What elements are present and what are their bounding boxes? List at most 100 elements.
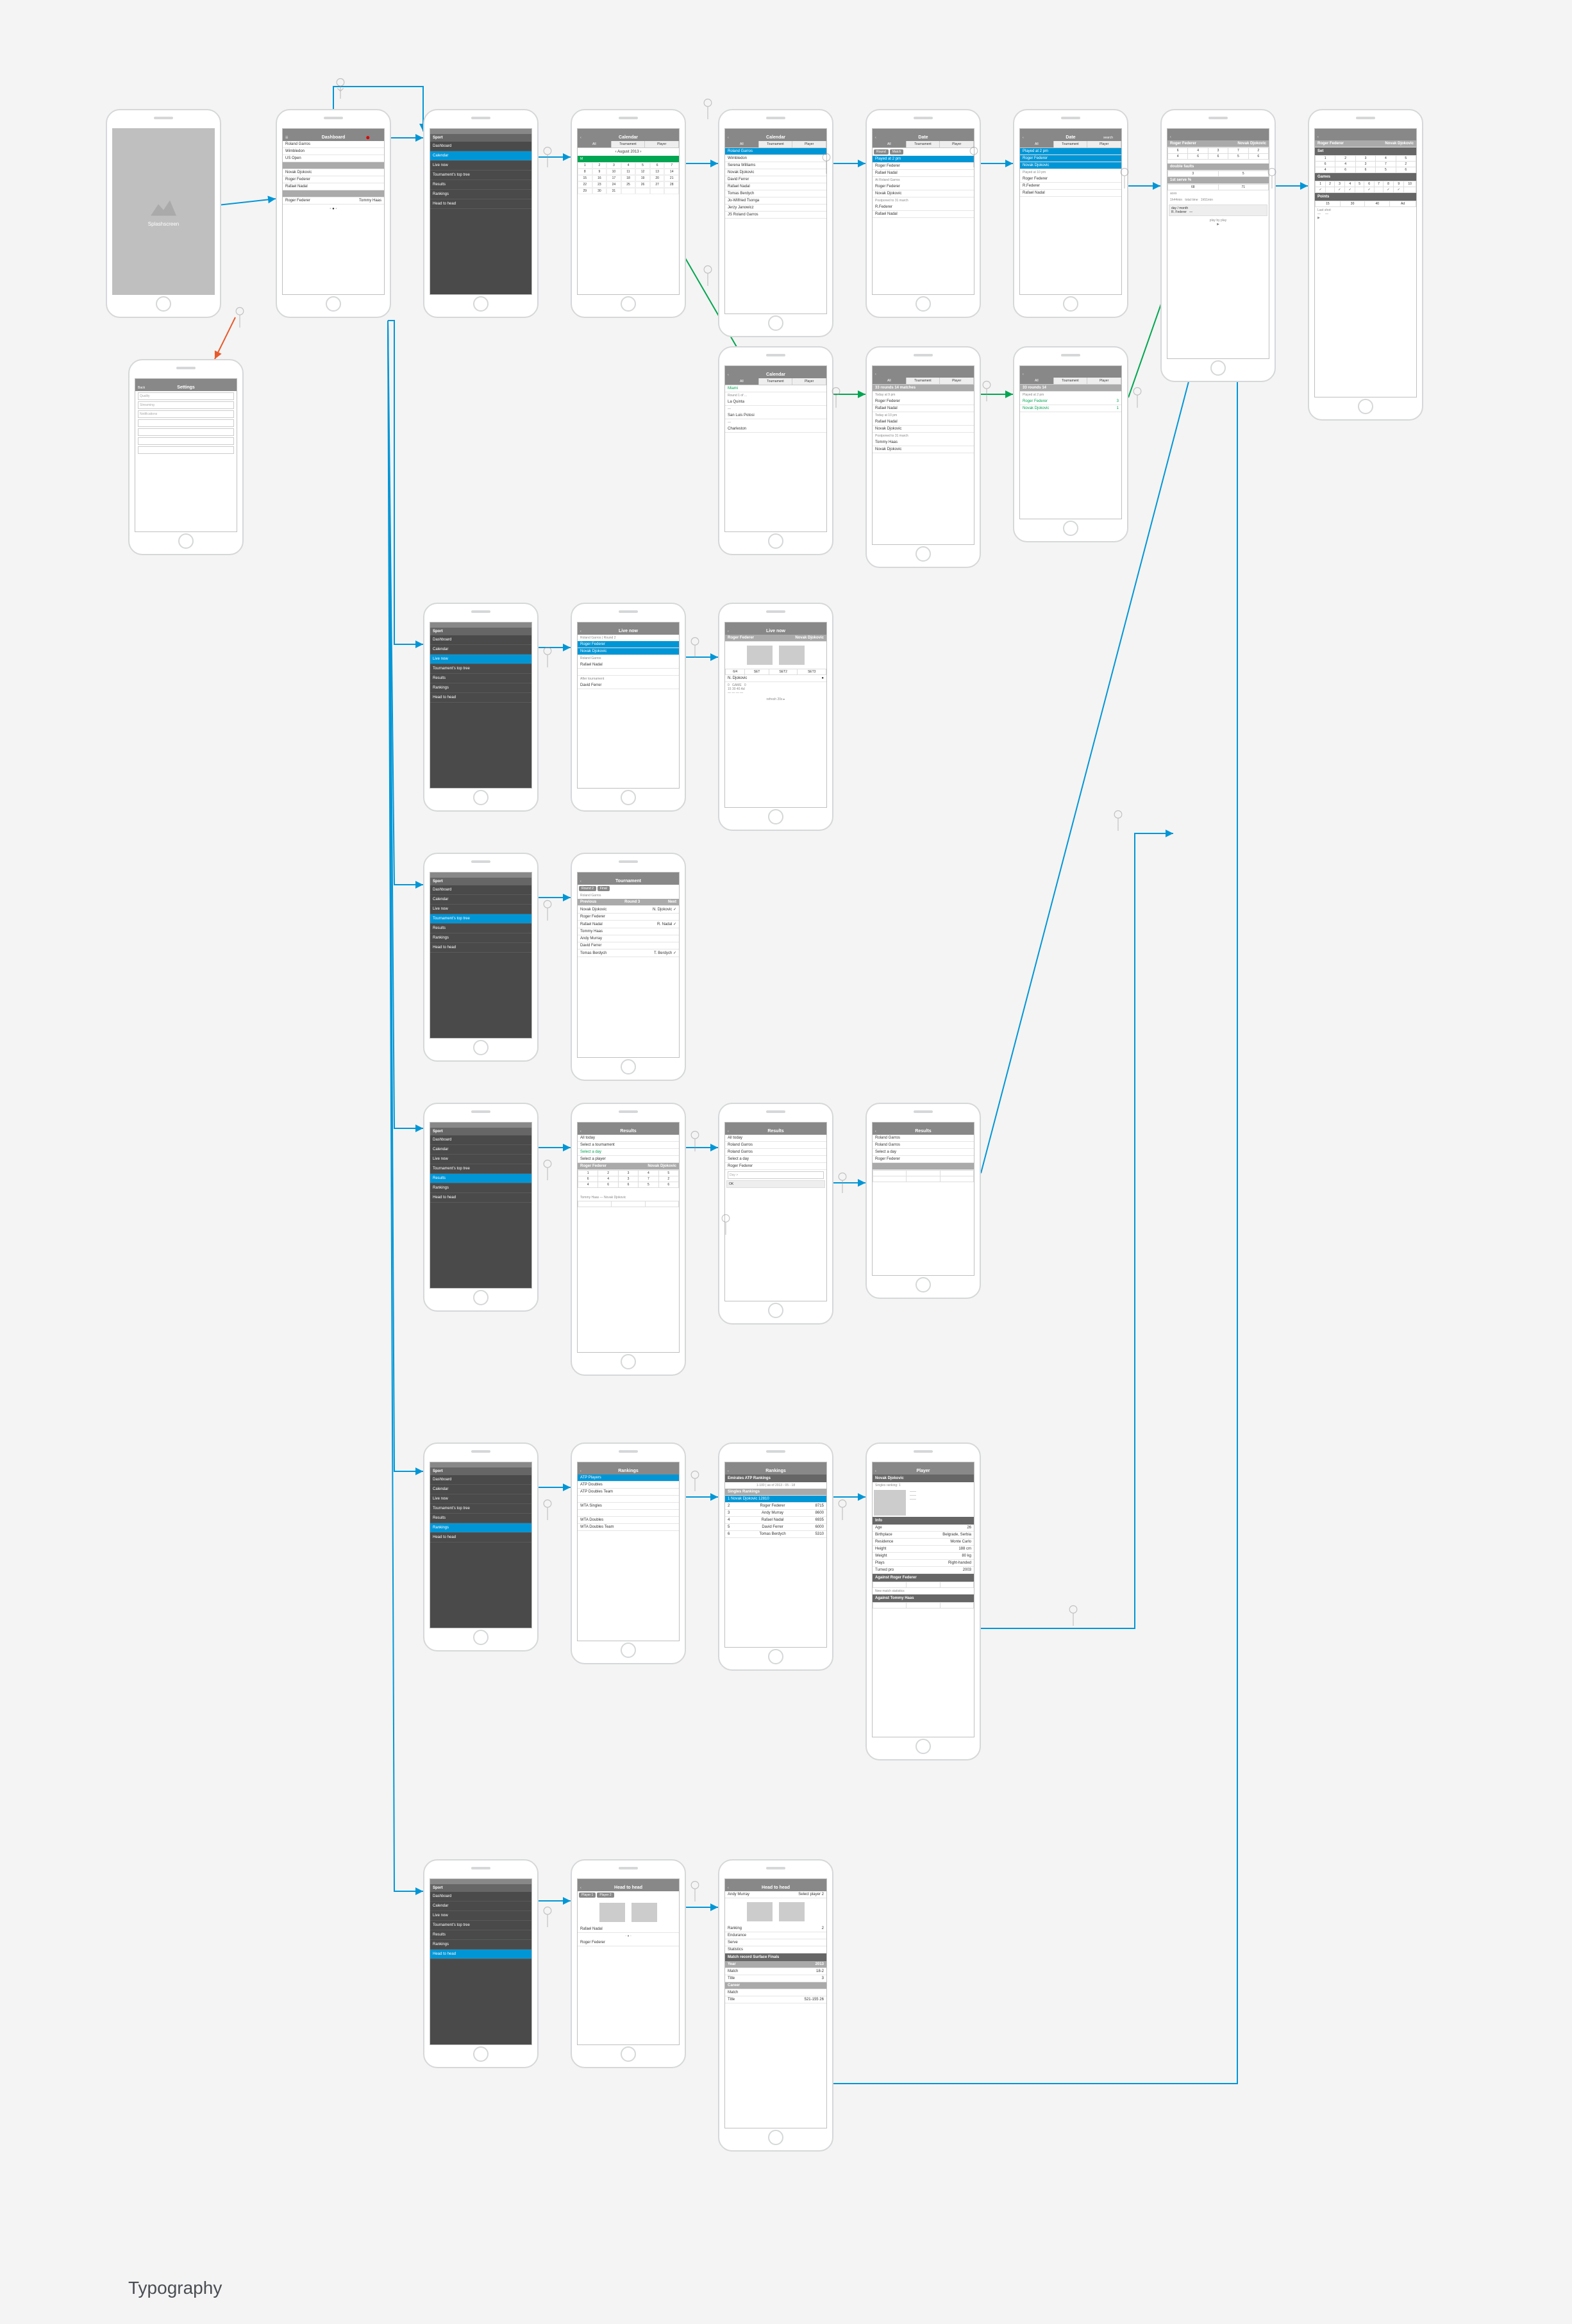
list-item[interactable]: US Open [283, 155, 384, 162]
menu-item[interactable]: Tournament's top tree [430, 664, 531, 674]
menu-item[interactable]: Dashboard [430, 142, 531, 151]
menu-item-selected[interactable]: Rankings [430, 1523, 531, 1533]
back-button[interactable]: Back [138, 386, 153, 390]
rank-row[interactable]: 4Rafael Nadal6935 [725, 1517, 826, 1524]
list-item-selected[interactable]: ATP Players [578, 1475, 679, 1482]
calendar-grid[interactable]: 1234567 891011121314 15161718192021 2223… [578, 162, 679, 194]
next-match-box[interactable]: day / monthR. Federer — [1169, 205, 1267, 216]
list-item[interactable]: Novak Djokovic [873, 426, 974, 433]
rank-row[interactable]: 5David Ferrer6000 [725, 1524, 826, 1531]
final-chip[interactable]: Final [598, 886, 610, 891]
menu-item-selected[interactable]: Head to head [430, 1950, 531, 1959]
list-item[interactable]: Rafael Nadal [725, 183, 826, 190]
calendar-tabs[interactable]: AllTournamentPlayer [578, 141, 679, 148]
list-item[interactable]: Novak Djokovic1 [1020, 405, 1121, 412]
list-item[interactable]: Roger Federer3 [1020, 398, 1121, 405]
list-item[interactable]: Jo-Wilfried Tsonga [725, 197, 826, 205]
menu-item[interactable]: Tournament's top tree [430, 171, 531, 180]
menu-item[interactable]: Head to head [430, 693, 531, 703]
list-item[interactable]: Novak Djokovic [283, 169, 384, 176]
match-button[interactable]: Match [890, 149, 904, 155]
list-item[interactable]: Novak Djokovic [873, 446, 974, 453]
field[interactable] [138, 446, 234, 454]
list-item[interactable]: JS Roland Garros [725, 212, 826, 219]
ok-button[interactable]: OK [726, 1180, 825, 1188]
list-item[interactable]: Roger Federer [578, 641, 679, 648]
round-button[interactable]: Round [874, 149, 889, 155]
list-item[interactable]: Roger Federer [1020, 176, 1121, 183]
list-item[interactable]: Novak Djokovic [578, 648, 679, 655]
field[interactable]: Streaming [138, 401, 234, 409]
list-item[interactable] [578, 669, 679, 676]
menu-item-selected[interactable]: Results [430, 1174, 531, 1183]
list-item[interactable]: Novak Djokovic [1020, 162, 1121, 169]
tap-icon [833, 1497, 851, 1525]
list-item[interactable]: Rafael Nadal [1020, 190, 1121, 197]
menu-item[interactable]: Live now [430, 161, 531, 171]
menu-item[interactable]: Dashboard [430, 635, 531, 645]
list-item[interactable]: David Ferrer [578, 682, 679, 689]
menu-item[interactable]: Calendar [430, 645, 531, 655]
menu-item-selected[interactable]: Calendar [430, 151, 531, 161]
list-item[interactable]: Wimbledon [725, 155, 826, 162]
list-item[interactable]: Tomas Berdych [725, 190, 826, 197]
list-item[interactable]: Wimbledon [283, 148, 384, 155]
list-item[interactable]: La Quinta [725, 399, 826, 406]
list-item[interactable]: Miami [725, 385, 826, 392]
field[interactable] [138, 419, 234, 427]
menu-item[interactable]: Results [430, 180, 531, 190]
list-item[interactable]: Rafael Nadal [283, 183, 384, 190]
menu-item-selected[interactable]: Live now [430, 655, 531, 664]
player2-chip[interactable]: Player 2 [597, 1893, 614, 1898]
field[interactable]: Notifications [138, 410, 234, 418]
section-sub: At Roland Garros [873, 177, 974, 183]
phone-calendarB3: ‹ AllTournamentPlayer 33 rounds 14 Playe… [1013, 346, 1128, 542]
list-header [283, 162, 384, 169]
phone-calendar: ‹Calendar AllTournamentPlayer ‹ August 2… [571, 109, 686, 318]
phone-h2h2: ‹Head to head Andy MurraySelect player 2… [718, 1859, 833, 2152]
list-item[interactable]: Roland Garros [283, 141, 384, 148]
list-item[interactable]: Charleston [725, 426, 826, 433]
list-item[interactable]: Novak Djokovic [873, 190, 974, 197]
list-item[interactable]: Jerzy Janowicz [725, 205, 826, 212]
day-picker[interactable]: Day > [728, 1171, 824, 1179]
menu-item[interactable]: Results [430, 674, 531, 683]
list-item[interactable]: R.Federer [873, 204, 974, 211]
mountain-icon [151, 197, 176, 216]
list-item[interactable]: Roger Federer [873, 398, 974, 405]
menu-item[interactable]: Rankings [430, 190, 531, 199]
list-item[interactable]: Tommy Haas [873, 439, 974, 446]
list-item[interactable]: Rafael Nadal [578, 662, 679, 669]
list-item[interactable]: Serena Williams [725, 162, 826, 169]
phone-results: ‹Results All today Select a tournament S… [571, 1103, 686, 1376]
list-item[interactable]: Rafael Nadal [873, 419, 974, 426]
menu-item[interactable]: Rankings [430, 683, 531, 693]
list-item[interactable]: San Luis Potosi [725, 412, 826, 419]
rank-row[interactable]: 3Andy Murray8600 [725, 1510, 826, 1517]
list-item[interactable]: David Ferrer [725, 176, 826, 183]
list-item[interactable]: Novak Djokovic [725, 169, 826, 176]
field[interactable] [138, 437, 234, 445]
rank-row[interactable]: 2Roger Federer8715 [725, 1503, 826, 1510]
phone-livenow2: ‹Live now Roger FedererNovak Djokovic 6/… [718, 603, 833, 831]
list-item[interactable]: R.Federer [1020, 183, 1121, 190]
list-item[interactable]: Roger Federer [1020, 155, 1121, 162]
list-item[interactable]: Roger Federer [873, 183, 974, 190]
menu-item-selected[interactable]: Tournament's top tree [430, 914, 531, 924]
phone-menu-tree: Sport Dashboard Calendar Live now Tourna… [423, 853, 539, 1062]
phone-calendar4: ‹Datesearch AllTournamentPlayer Played a… [1013, 109, 1128, 318]
round-chip[interactable]: Round 2 [579, 886, 596, 891]
player1-chip[interactable]: Player 1 [579, 1893, 596, 1898]
field[interactable]: Quality [138, 392, 234, 400]
list-item-selected[interactable]: Roland Garros [725, 148, 826, 155]
list-item[interactable]: Rafael Nadal [873, 170, 974, 177]
list-item[interactable]: Roger Federer [873, 163, 974, 170]
menu-item[interactable]: Head to head [430, 199, 531, 209]
phone-calendar3: ‹Date AllTournamentPlayer RoundMatch Pla… [865, 109, 981, 318]
rank-row[interactable]: 6Tomas Berdych5310 [725, 1531, 826, 1538]
field[interactable] [138, 428, 234, 436]
list-item[interactable]: Roger Federer [283, 176, 384, 183]
list-item[interactable]: Rafael Nadal [873, 405, 974, 412]
rank-row[interactable]: 1 Novak Djokovic 12810 [725, 1496, 826, 1503]
list-item[interactable]: Rafael Nadal [873, 211, 974, 218]
